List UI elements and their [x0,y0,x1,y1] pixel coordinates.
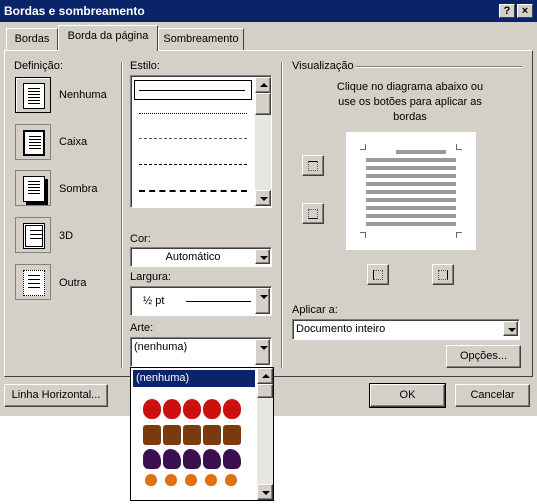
definicao-heading: Definição: [14,60,63,72]
title-bar: Bordas e sombreamento [0,0,537,22]
page-3d-icon [23,223,45,249]
border-right-button[interactable] [432,264,454,285]
tab-bordas[interactable]: Bordas [6,28,58,50]
border-left-icon [373,270,383,280]
tab-sombreamento[interactable]: Sombreamento [158,28,244,50]
style-listbox[interactable] [130,75,272,208]
art-option-candies[interactable] [143,474,247,494]
style-scroll-thumb[interactable] [255,93,271,115]
apply-to-value: Documento inteiro [296,323,386,335]
color-dropdown[interactable]: Automático [130,247,272,267]
apply-to-dropdown[interactable]: Documento inteiro [292,319,520,340]
divider-right [281,62,282,368]
setting-none-button[interactable] [15,77,51,113]
aplicar-label: Aplicar a: [292,304,338,316]
art-dropdown-list[interactable]: (nenhuma) [130,367,274,501]
art-list-scroll-thumb[interactable] [257,384,273,398]
style-dashed-fine[interactable] [139,138,247,139]
page-none-icon [23,83,45,109]
art-dropdown[interactable]: (nenhuma) [130,337,272,367]
style-dash-dot[interactable] [139,190,247,192]
width-dropdown[interactable]: ½ pt [130,286,272,316]
estilo-heading: Estilo: [130,60,160,72]
setting-box-label: Caixa [59,136,88,148]
setting-3d-label: 3D [59,230,74,242]
chevron-down-icon[interactable] [255,288,270,314]
style-scroll-up[interactable] [255,77,271,93]
art-list-scroll-up[interactable] [257,368,273,384]
arte-label: Arte: [130,322,154,334]
art-option-cakes[interactable] [143,425,247,447]
options-button[interactable]: Opções... [446,345,521,368]
chevron-down-icon[interactable] [255,249,270,264]
art-list-scroll-down[interactable] [257,484,273,500]
window-title: Bordas e sombreamento [4,4,145,18]
ok-button[interactable]: OK [369,383,446,408]
style-dotted[interactable] [139,113,247,114]
cor-label: Cor: [130,233,151,245]
setting-3d-button[interactable] [15,217,51,253]
setting-shadow-button[interactable] [15,170,51,206]
visualizacao-rule [356,66,522,68]
setting-custom-button[interactable] [15,264,51,300]
page-box-icon [23,130,45,156]
style-selected[interactable] [134,80,252,100]
help-button[interactable]: ? [499,4,515,18]
border-right-icon [438,270,448,280]
border-bottom-button[interactable] [302,203,324,224]
art-value: (nenhuma) [134,341,188,353]
largura-label: Largura: [130,271,171,283]
setting-box-button[interactable] [15,124,51,160]
chevron-down-icon[interactable] [255,339,270,365]
horizontal-line-button[interactable]: Linha Horizontal... [4,384,108,407]
page-custom-icon [23,270,45,296]
art-option-apples[interactable] [143,399,247,421]
art-option-hats[interactable] [143,449,247,471]
page-shadow-icon [23,176,45,202]
setting-shadow-label: Sombra [59,183,98,195]
style-dashed[interactable] [139,164,247,165]
setting-none-label: Nenhuma [59,89,107,101]
width-value: ½ pt [143,295,165,307]
preview-instructions: Clique no diagrama abaixo ou use os botõ… [336,81,484,123]
tab-borda-da-pagina[interactable]: Borda da página [58,25,158,51]
border-bottom-icon [308,209,318,219]
color-value: Automático [165,251,221,263]
divider-left [121,62,122,368]
setting-custom-label: Outra [59,277,87,289]
visualizacao-heading: Visualização [292,60,354,72]
preview-diagram[interactable] [346,132,476,250]
style-scroll-down[interactable] [255,190,271,206]
chevron-down-icon[interactable] [503,321,518,336]
width-preview-line [186,301,251,302]
border-left-button[interactable] [367,264,389,285]
border-top-icon [308,161,318,171]
art-option-none[interactable]: (nenhuma) [133,370,255,387]
cancel-button[interactable]: Cancelar [455,384,530,407]
border-top-button[interactable] [302,155,324,176]
close-button[interactable]: × [517,4,533,18]
